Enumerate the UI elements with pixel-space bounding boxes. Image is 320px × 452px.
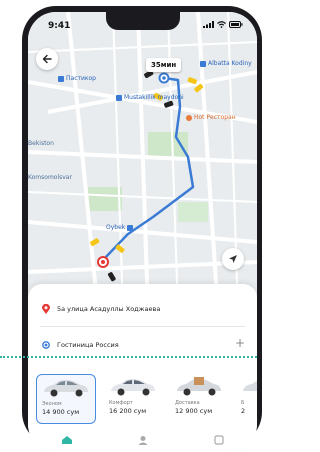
arrow-left-icon bbox=[42, 54, 52, 64]
map-label-mustakillik: Mustakillik maydoni bbox=[116, 94, 184, 101]
to-address-text: Гостиница Россия bbox=[57, 341, 119, 349]
park-area bbox=[88, 187, 122, 211]
from-address-text: 5а улица Асадуллы Ходжаева bbox=[57, 305, 161, 313]
phone-screen: Albatta Kodiny Пастикор Mustakillik mayd… bbox=[28, 12, 257, 452]
location-pin-icon bbox=[42, 304, 50, 314]
address-divider bbox=[40, 326, 245, 327]
status-icons bbox=[203, 21, 243, 28]
plus-icon[interactable]: + bbox=[235, 336, 245, 350]
back-button[interactable] bbox=[36, 48, 58, 70]
status-time: 9:41 bbox=[48, 21, 71, 31]
park-area bbox=[178, 202, 208, 222]
tariff-card-economy[interactable]: Эконом 14 900 сум bbox=[36, 374, 96, 424]
map-label-bekiston: Bekiston bbox=[28, 140, 54, 147]
eta-badge: 35мин bbox=[146, 58, 182, 72]
profile-nav-icon[interactable] bbox=[138, 435, 148, 445]
home-nav-icon[interactable] bbox=[61, 435, 73, 445]
comfort-car-icon bbox=[111, 379, 155, 396]
tariff-price: 16 200 сум bbox=[109, 407, 147, 415]
tariff-name: Эконом bbox=[42, 401, 62, 407]
locate-me-button[interactable] bbox=[222, 248, 244, 270]
delivery-car-icon bbox=[177, 377, 221, 396]
tariff-name: Доставка bbox=[175, 400, 200, 406]
signal-icon bbox=[203, 21, 214, 28]
notch bbox=[106, 12, 180, 30]
tariff-price: 2 bbox=[241, 407, 246, 415]
tariff-name: Б bbox=[241, 400, 245, 406]
map-label-albatros: Albatta Kodiny bbox=[200, 60, 252, 67]
tariff-card-comfort[interactable]: Комфорт 16 200 сум bbox=[104, 374, 162, 422]
tariff-card-delivery[interactable]: Доставка 12 900 сум bbox=[170, 374, 228, 422]
bottom-nav bbox=[28, 430, 257, 450]
map-view[interactable] bbox=[28, 12, 257, 312]
from-address-row[interactable]: 5а улица Асадуллы Ходжаева bbox=[42, 298, 160, 320]
wifi-icon bbox=[217, 21, 226, 28]
tariff-list[interactable]: Эконом 14 900 сум Комфорт 16 200 сум Дос… bbox=[36, 374, 257, 424]
history-nav-icon[interactable] bbox=[214, 435, 224, 445]
bottom-sheet: 5а улица Асадуллы Ходжаева Гостиница Рос… bbox=[28, 284, 257, 452]
economy-car-icon bbox=[44, 380, 88, 397]
to-address-row[interactable]: Гостиница Россия bbox=[42, 334, 119, 356]
navigation-arrow-icon bbox=[229, 255, 237, 263]
origin-dot-icon bbox=[42, 341, 50, 349]
tariff-price: 12 900 сум bbox=[175, 407, 213, 415]
dotted-divider bbox=[0, 356, 257, 358]
car-icon bbox=[243, 380, 257, 391]
map-label-oybek: Oybek bbox=[106, 224, 134, 231]
tariff-card-partial[interactable]: Б 2 bbox=[236, 374, 257, 422]
tariff-name: Комфорт bbox=[109, 400, 133, 406]
map-label-restaurant: Hot Ресторан bbox=[186, 114, 236, 121]
tariff-price: 14 900 сум bbox=[42, 408, 80, 416]
battery-icon bbox=[229, 21, 243, 28]
status-bar: 9:41 bbox=[28, 12, 257, 40]
map-label-pastor: Пастикор bbox=[58, 75, 96, 82]
map-label-komsomol: Komsomolsvar bbox=[28, 174, 72, 181]
